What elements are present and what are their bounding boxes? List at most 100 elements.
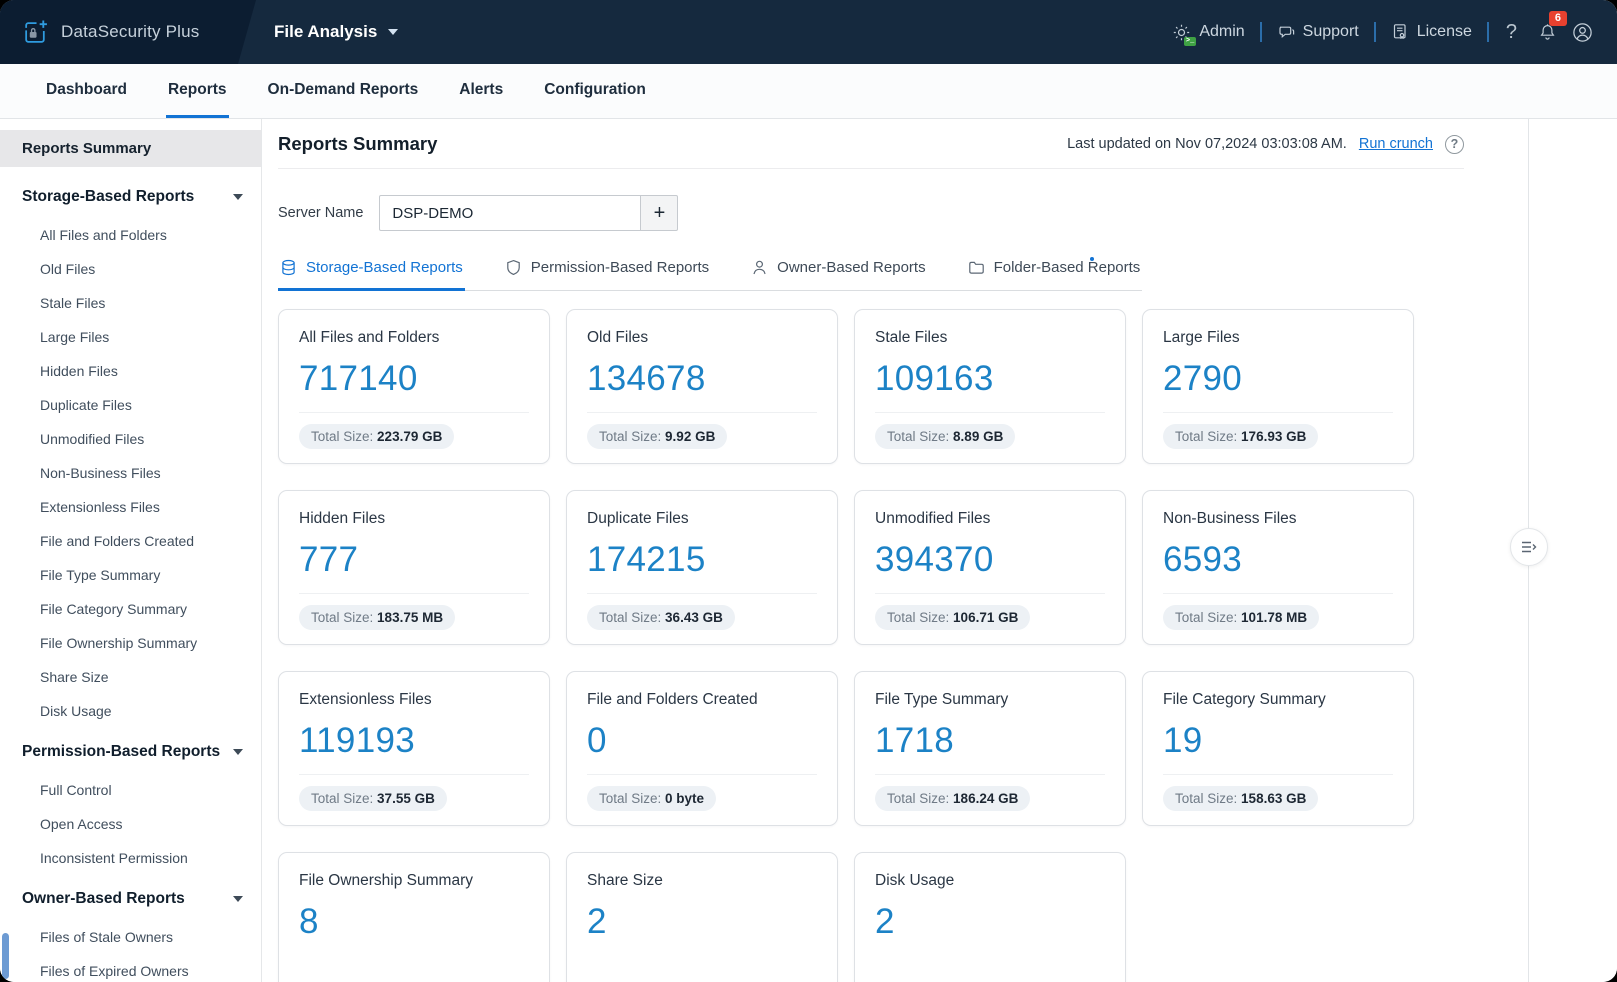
sidebar-item-disk-usage[interactable]: Disk Usage [0,694,261,728]
chevron-down-icon [233,194,243,200]
chevron-down-icon [388,29,398,35]
tab-owner-based-reports[interactable]: Owner-Based Reports [749,259,927,291]
nav-item-configuration[interactable]: Configuration [542,64,648,118]
page-title: Reports Summary [278,133,437,155]
brand-name: DataSecurity Plus [61,22,200,42]
gear-icon: >_ [1172,23,1191,42]
report-card-duplicate-files[interactable]: Duplicate Files 174215 Total Size: 36.43… [566,490,838,645]
sidebar-item-all-files-and-folders[interactable]: All Files and Folders [0,218,261,252]
sidebar-item-share-size[interactable]: Share Size [0,660,261,694]
chat-icon [1277,23,1295,41]
card-count[interactable]: 0 [587,721,817,761]
report-card-old-files[interactable]: Old Files 134678 Total Size: 9.92 GB [566,309,838,464]
report-card-all-files-and-folders[interactable]: All Files and Folders 717140 Total Size:… [278,309,550,464]
shield-icon [505,259,522,276]
menu-expand-icon [1521,541,1537,553]
nav-item-on-demand-reports[interactable]: On-Demand Reports [266,64,421,118]
sidebar-section-permission-based-reports[interactable]: Permission-Based Reports [0,728,261,773]
brand[interactable]: DataSecurity Plus [0,0,256,64]
sidebar-item-files-of-stale-owners[interactable]: Files of Stale Owners [0,920,261,954]
sidebar-section-owner-based-reports[interactable]: Owner-Based Reports [0,875,261,920]
sidebar-item-inconsistent-permission[interactable]: Inconsistent Permission [0,841,261,875]
card-count[interactable]: 19 [1163,721,1393,761]
sidebar-item-file-and-folders-created[interactable]: File and Folders Created [0,524,261,558]
sidebar-item-file-ownership-summary[interactable]: File Ownership Summary [0,626,261,660]
total-size-pill: Total Size: 36.43 GB [587,605,735,630]
total-size-pill: Total Size: 37.55 GB [299,786,447,811]
sidebar-item-file-type-summary[interactable]: File Type Summary [0,558,261,592]
sidebar-section-storage-based-reports[interactable]: Storage-Based Reports [0,173,261,218]
sidebar-item-non-business-files[interactable]: Non-Business Files [0,456,261,490]
report-card-large-files[interactable]: Large Files 2790 Total Size: 176.93 GB [1142,309,1414,464]
card-count[interactable]: 119193 [299,721,529,761]
main-nav: Dashboard Reports On-Demand Reports Alerts C… [0,64,1617,119]
report-card-hidden-files[interactable]: Hidden Files 777 Total Size: 183.75 MB [278,490,550,645]
notifications-button[interactable]: 6 [1538,23,1557,42]
report-card-non-business-files[interactable]: Non-Business Files 6593 Total Size: 101.… [1142,490,1414,645]
report-card-unmodified-files[interactable]: Unmodified Files 394370 Total Size: 106.… [854,490,1126,645]
sidebar-item-full-control[interactable]: Full Control [0,773,261,807]
terminal-badge-icon: >_ [1184,37,1196,46]
card-count[interactable]: 109163 [875,359,1105,399]
report-card-file-category-summary[interactable]: File Category Summary 19 Total Size: 158… [1142,671,1414,826]
card-title: Disk Usage [875,872,1105,890]
sidebar-item-hidden-files[interactable]: Hidden Files [0,354,261,388]
report-card-extensionless-files[interactable]: Extensionless Files 119193 Total Size: 3… [278,671,550,826]
tab-permission-based-reports[interactable]: Permission-Based Reports [503,259,711,291]
add-server-button[interactable]: + [641,195,678,231]
license-menu[interactable]: License [1391,23,1472,41]
sidebar-item-files-of-expired-owners[interactable]: Files of Expired Owners [0,954,261,982]
sidebar-item-reports-summary[interactable]: Reports Summary [0,130,261,167]
nav-item-reports[interactable]: Reports [166,64,229,118]
card-count[interactable]: 2 [875,902,1105,942]
sidebar-item-open-access[interactable]: Open Access [0,807,261,841]
license-label: License [1417,23,1472,41]
notification-badge: 6 [1549,11,1567,26]
tab-folder-based-reports[interactable]: Folder-Based Reports [966,259,1143,291]
report-tabs: Storage-Based Reports Permission-Based R… [278,259,1142,291]
card-title: All Files and Folders [299,329,529,347]
support-menu[interactable]: Support [1277,23,1359,41]
nav-item-dashboard[interactable]: Dashboard [44,64,129,118]
card-count[interactable]: 2 [587,902,817,942]
card-count[interactable]: 1718 [875,721,1105,761]
module-switcher[interactable]: File Analysis [274,22,398,42]
report-card-stale-files[interactable]: Stale Files 109163 Total Size: 8.89 GB [854,309,1126,464]
sidebar-item-file-category-summary[interactable]: File Category Summary [0,592,261,626]
card-count[interactable]: 134678 [587,359,817,399]
collapse-panel-button[interactable] [1510,528,1548,566]
tab-storage-based-reports[interactable]: Storage-Based Reports [278,259,465,291]
report-card-file-ownership-summary[interactable]: File Ownership Summary 8 [278,852,550,982]
sidebar-item-extensionless-files[interactable]: Extensionless Files [0,490,261,524]
server-name-input[interactable] [379,195,641,231]
sidebar-scrollbar-thumb[interactable] [2,933,9,979]
run-crunch-link[interactable]: Run crunch [1359,136,1433,152]
report-card-share-size[interactable]: Share Size 2 [566,852,838,982]
card-count[interactable]: 2790 [1163,359,1393,399]
card-title: Non-Business Files [1163,510,1393,528]
card-count[interactable]: 174215 [587,540,817,580]
divider [1487,22,1489,42]
card-count[interactable]: 6593 [1163,540,1393,580]
help-circle-icon[interactable]: ? [1445,135,1464,154]
total-size-pill: Total Size: 0 byte [587,786,716,811]
report-card-file-type-summary[interactable]: File Type Summary 1718 Total Size: 186.2… [854,671,1126,826]
nav-item-alerts[interactable]: Alerts [457,64,505,118]
card-count[interactable]: 8 [299,902,529,942]
card-count[interactable]: 394370 [875,540,1105,580]
report-cards-grid: All Files and Folders 717140 Total Size:… [278,309,1464,982]
sidebar-item-duplicate-files[interactable]: Duplicate Files [0,388,261,422]
sidebar-item-unmodified-files[interactable]: Unmodified Files [0,422,261,456]
account-icon[interactable] [1572,22,1593,43]
report-card-disk-usage[interactable]: Disk Usage 2 [854,852,1126,982]
card-count[interactable]: 717140 [299,359,529,399]
sidebar-item-stale-files[interactable]: Stale Files [0,286,261,320]
admin-menu[interactable]: >_ Admin [1172,23,1244,42]
help-icon[interactable]: ? [1504,21,1519,44]
sidebar-item-large-files[interactable]: Large Files [0,320,261,354]
card-count[interactable]: 777 [299,540,529,580]
report-card-file-and-folders-created[interactable]: File and Folders Created 0 Total Size: 0… [566,671,838,826]
card-title: File Ownership Summary [299,872,529,890]
sidebar-item-old-files[interactable]: Old Files [0,252,261,286]
total-size-pill: Total Size: 106.71 GB [875,605,1030,630]
